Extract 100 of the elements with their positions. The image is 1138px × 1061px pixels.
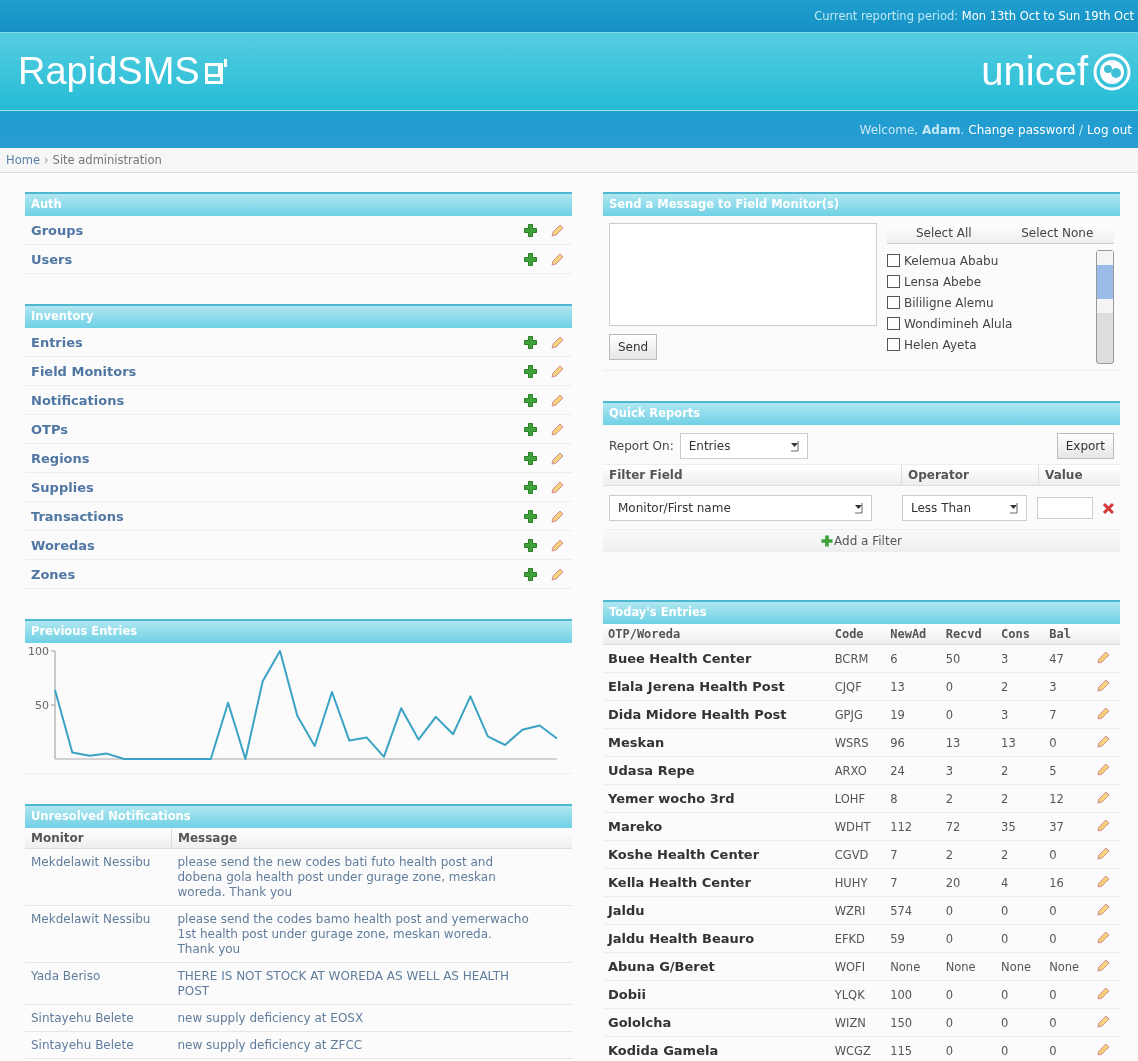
pencil-icon[interactable] [1097,986,1111,1000]
column-header: Code [829,624,886,645]
send-button[interactable]: Send [609,334,658,360]
pencil-icon[interactable] [1097,762,1111,776]
module-header: Quick Reports [603,401,1120,425]
select-none-button[interactable]: Select None [1000,223,1114,243]
pencil-icon[interactable] [1097,902,1111,916]
breadcrumb-link[interactable]: Home [6,153,40,167]
pencil-icon[interactable] [1097,790,1111,804]
checkbox[interactable] [887,296,900,309]
table-cell: 12 [1044,784,1093,813]
table-cell: 0 [940,1008,997,1037]
model-link[interactable]: Entries [31,334,512,350]
table-cell: Elala Jerena Health Post [603,672,830,701]
table-cell: 2 [940,784,997,813]
pencil-icon[interactable] [551,335,564,349]
pencil-icon[interactable] [1097,1014,1111,1028]
table-cell: 2 [996,672,1045,701]
checkbox[interactable] [887,338,900,351]
table-cell: WIZN [829,1008,886,1037]
column-header: Filter Field [603,465,902,485]
table-cell: Jaldu Health Beauro [603,924,830,953]
pencil-icon[interactable] [1097,650,1111,664]
pencil-icon[interactable] [1097,818,1111,832]
logout-link[interactable]: Log out [1087,122,1132,137]
select-all-button[interactable]: Select All [887,223,1001,243]
pencil-icon[interactable] [1097,874,1111,888]
dropdown-arrow-icon [789,440,799,452]
table-cell: 0 [996,896,1045,925]
table-cell: 4 [996,868,1045,897]
table-cell: Yemer wocho 3rd [603,784,830,813]
report-on-select[interactable]: Entries [679,433,808,459]
pencil-icon[interactable] [1097,1042,1111,1056]
breadcrumb-current: Site administration [52,153,162,167]
add-filter-link[interactable]: Add a Filter [834,534,902,548]
table-cell: 6 [885,644,941,673]
model-link[interactable]: Users [31,251,512,267]
add-icon[interactable] [524,480,537,494]
pencil-icon[interactable] [1097,846,1111,860]
value-field[interactable] [1037,497,1094,519]
table-cell: Dobii [603,980,830,1009]
pencil-icon[interactable] [551,480,564,494]
pencil-icon[interactable] [1097,706,1111,720]
table-cell: None [940,952,997,981]
add-icon[interactable] [524,223,537,237]
table-cell: ARXO [829,756,886,785]
table-cell: WOFI [829,952,886,981]
model-link[interactable]: Field Monitors [31,363,512,379]
model-link[interactable]: Zones [31,566,512,582]
reporting-period: Current reporting period: Mon 13th Oct to Sun 19th Oct [814,9,1134,23]
add-icon[interactable] [524,252,537,266]
pencil-icon[interactable] [1097,734,1111,748]
add-icon[interactable] [821,535,834,547]
add-icon[interactable] [524,509,537,523]
pencil-icon[interactable] [551,364,564,378]
add-icon[interactable] [524,451,537,465]
model-link[interactable]: Woredas [31,537,512,553]
add-icon[interactable] [524,335,537,349]
add-icon[interactable] [524,538,537,552]
scrollbar[interactable] [1096,250,1114,364]
model-link[interactable]: Groups [31,222,512,238]
checkbox[interactable] [887,275,900,288]
table-cell: 96 [885,728,941,757]
dropdown-arrow-icon [1009,502,1019,514]
pencil-icon[interactable] [551,422,564,436]
model-link[interactable]: Transactions [31,508,512,524]
message-field[interactable] [609,223,877,326]
pencil-icon[interactable] [1097,678,1111,692]
model-link[interactable]: Supplies [31,479,512,495]
table-cell: 0 [940,672,997,701]
model-link[interactable]: Regions [31,450,512,466]
pencil-icon[interactable] [551,451,564,465]
table-cell: Jaldu [603,896,830,925]
checkbox[interactable] [887,254,900,267]
table-cell: 0 [1044,924,1093,953]
add-icon[interactable] [524,393,537,407]
add-icon[interactable] [524,422,537,436]
change-password-link[interactable]: Change password [968,122,1076,137]
pencil-icon[interactable] [551,567,564,581]
pencil-icon[interactable] [1097,958,1111,972]
model-link[interactable]: OTPs [31,421,512,437]
pencil-icon[interactable] [1097,930,1111,944]
table-cell: new supply deficiency at ZFCC [171,1031,572,1059]
remove-icon[interactable] [1103,502,1114,514]
pencil-icon[interactable] [551,223,564,237]
filter-field-select[interactable]: Monitor/First name [609,495,872,521]
pencil-icon[interactable] [551,252,564,266]
table-cell: 0 [940,980,997,1009]
pencil-icon[interactable] [551,509,564,523]
table-cell: WDHT [829,812,886,841]
table-cell: Sintayehu Belete [25,1004,172,1032]
pencil-icon[interactable] [551,538,564,552]
add-icon[interactable] [524,567,537,581]
checkbox[interactable] [887,317,900,330]
add-icon[interactable] [524,364,537,378]
pencil-icon[interactable] [551,393,564,407]
model-link[interactable]: Notifications [31,392,512,408]
export-button[interactable]: Export [1056,433,1114,459]
operator-select[interactable]: Less Than [901,495,1028,521]
table-cell: None [1044,952,1093,981]
